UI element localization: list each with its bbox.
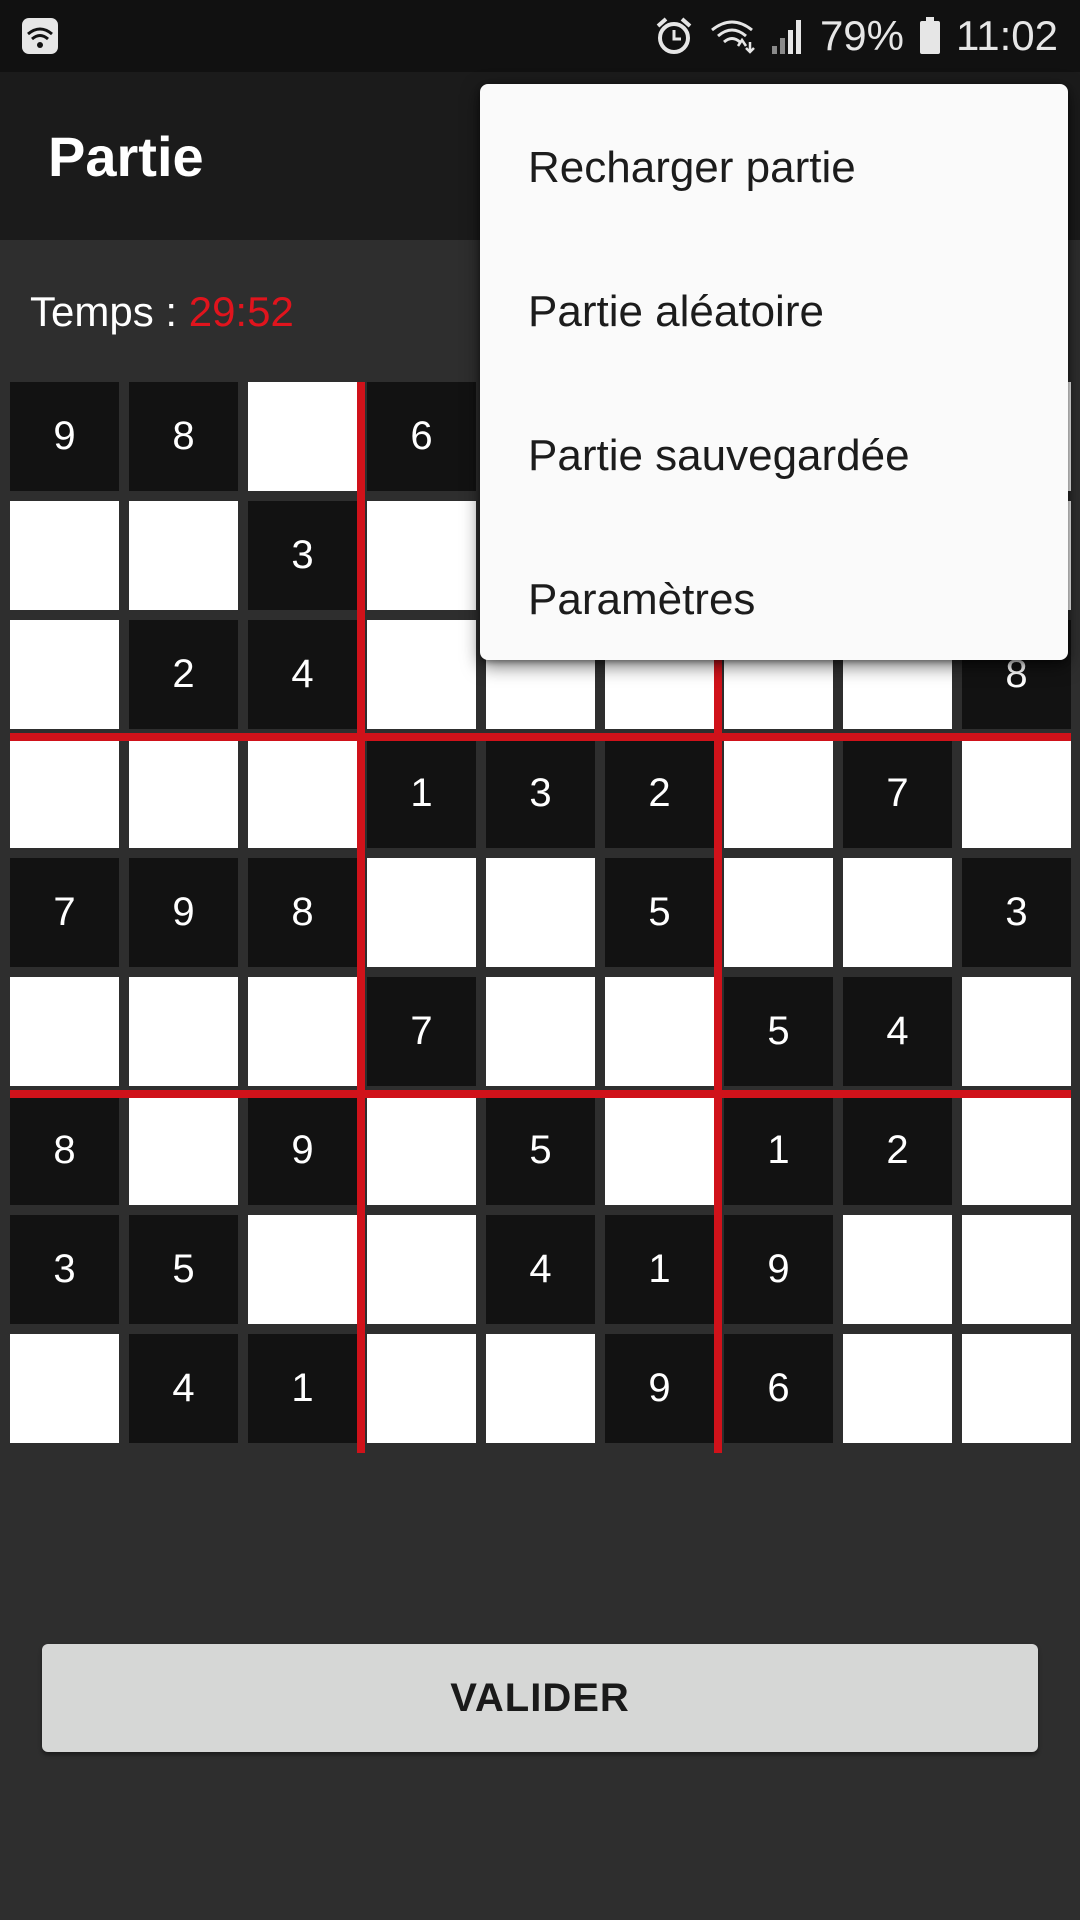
- wifi-data-icon: [708, 16, 756, 56]
- menu-item-label: Partie aléatoire: [528, 287, 824, 336]
- grid-cell: 7: [10, 858, 119, 967]
- clock: 11:02: [956, 12, 1058, 59]
- timer: Temps : 29:52: [30, 288, 294, 336]
- grid-cell[interactable]: [486, 1334, 595, 1443]
- grid-cell[interactable]: [962, 739, 1071, 848]
- grid-cell: 9: [724, 1215, 833, 1324]
- grid-cell[interactable]: [367, 620, 476, 729]
- grid-cell[interactable]: [10, 739, 119, 848]
- page-title: Partie: [48, 125, 204, 188]
- grid-cell: 4: [486, 1215, 595, 1324]
- grid-cell: 1: [367, 739, 476, 848]
- box-divider-vertical: [357, 382, 365, 1453]
- grid-cell: 6: [367, 382, 476, 491]
- grid-cell[interactable]: [962, 1215, 1071, 1324]
- grid-cell: 7: [367, 977, 476, 1086]
- battery-percent: 79%: [819, 12, 904, 59]
- grid-cell[interactable]: [843, 1215, 952, 1324]
- timer-value: 29:52: [188, 288, 294, 335]
- grid-cell[interactable]: [10, 501, 119, 610]
- box-divider-horizontal: [10, 733, 1071, 741]
- grid-cell[interactable]: [486, 858, 595, 967]
- grid-cell: 3: [248, 501, 357, 610]
- grid-cell[interactable]: [367, 1096, 476, 1205]
- wifi-icon: [20, 16, 60, 56]
- grid-cell[interactable]: [367, 858, 476, 967]
- menu-item-saved[interactable]: Partie sauvegardée: [480, 384, 1068, 528]
- menu-item-settings[interactable]: Paramètres: [480, 528, 1068, 672]
- menu-item-label: Partie sauvegardée: [528, 431, 910, 480]
- grid-cell[interactable]: [129, 977, 238, 1086]
- grid-cell: 2: [843, 1096, 952, 1205]
- overflow-menu: Recharger partie Partie aléatoire Partie…: [480, 84, 1068, 660]
- grid-cell[interactable]: [248, 739, 357, 848]
- grid-cell[interactable]: [10, 977, 119, 1086]
- grid-cell: 9: [605, 1334, 714, 1443]
- grid-cell: 9: [10, 382, 119, 491]
- grid-cell: 9: [129, 858, 238, 967]
- grid-cell: 8: [129, 382, 238, 491]
- signal-icon: [770, 16, 806, 56]
- grid-cell[interactable]: [129, 501, 238, 610]
- grid-cell: 3: [962, 858, 1071, 967]
- grid-cell: 1: [248, 1334, 357, 1443]
- grid-cell[interactable]: [10, 1334, 119, 1443]
- grid-cell: 8: [10, 1096, 119, 1205]
- status-bar: 79% 11:02: [0, 0, 1080, 72]
- grid-cell[interactable]: [367, 1215, 476, 1324]
- grid-cell[interactable]: [843, 858, 952, 967]
- grid-cell[interactable]: [10, 620, 119, 729]
- grid-cell: 5: [605, 858, 714, 967]
- menu-item-reload[interactable]: Recharger partie: [480, 96, 1068, 240]
- grid-cell[interactable]: [129, 1096, 238, 1205]
- grid-cell[interactable]: [367, 501, 476, 610]
- grid-cell: 6: [724, 1334, 833, 1443]
- validate-button[interactable]: VALIDER: [42, 1644, 1038, 1752]
- grid-cell[interactable]: [724, 858, 833, 967]
- grid-cell: 8: [248, 858, 357, 967]
- grid-cell: 1: [724, 1096, 833, 1205]
- grid-cell[interactable]: [367, 1334, 476, 1443]
- grid-cell: 5: [486, 1096, 595, 1205]
- grid-cell: 5: [129, 1215, 238, 1324]
- grid-cell: 2: [129, 620, 238, 729]
- grid-cell: 3: [486, 739, 595, 848]
- grid-cell[interactable]: [724, 739, 833, 848]
- grid-cell: 9: [248, 1096, 357, 1205]
- grid-cell[interactable]: [129, 739, 238, 848]
- grid-cell[interactable]: [962, 977, 1071, 1086]
- grid-cell[interactable]: [248, 977, 357, 1086]
- alarm-icon: [654, 16, 694, 56]
- box-divider-horizontal: [10, 1090, 1071, 1098]
- grid-cell[interactable]: [962, 1096, 1071, 1205]
- menu-item-label: Recharger partie: [528, 143, 856, 192]
- grid-cell[interactable]: [248, 1215, 357, 1324]
- menu-item-label: Paramètres: [528, 575, 756, 624]
- grid-cell[interactable]: [248, 382, 357, 491]
- grid-cell: 3: [10, 1215, 119, 1324]
- grid-cell[interactable]: [605, 977, 714, 1086]
- battery-icon: [918, 16, 942, 56]
- grid-cell: 1: [605, 1215, 714, 1324]
- menu-item-random[interactable]: Partie aléatoire: [480, 240, 1068, 384]
- grid-cell[interactable]: [605, 1096, 714, 1205]
- grid-cell: 4: [843, 977, 952, 1086]
- grid-cell[interactable]: [962, 1334, 1071, 1443]
- grid-cell: 2: [605, 739, 714, 848]
- grid-cell: 7: [843, 739, 952, 848]
- timer-label: Temps :: [30, 288, 189, 335]
- grid-cell[interactable]: [486, 977, 595, 1086]
- grid-cell: 4: [248, 620, 357, 729]
- grid-cell[interactable]: [843, 1334, 952, 1443]
- grid-cell: 4: [129, 1334, 238, 1443]
- grid-cell: 5: [724, 977, 833, 1086]
